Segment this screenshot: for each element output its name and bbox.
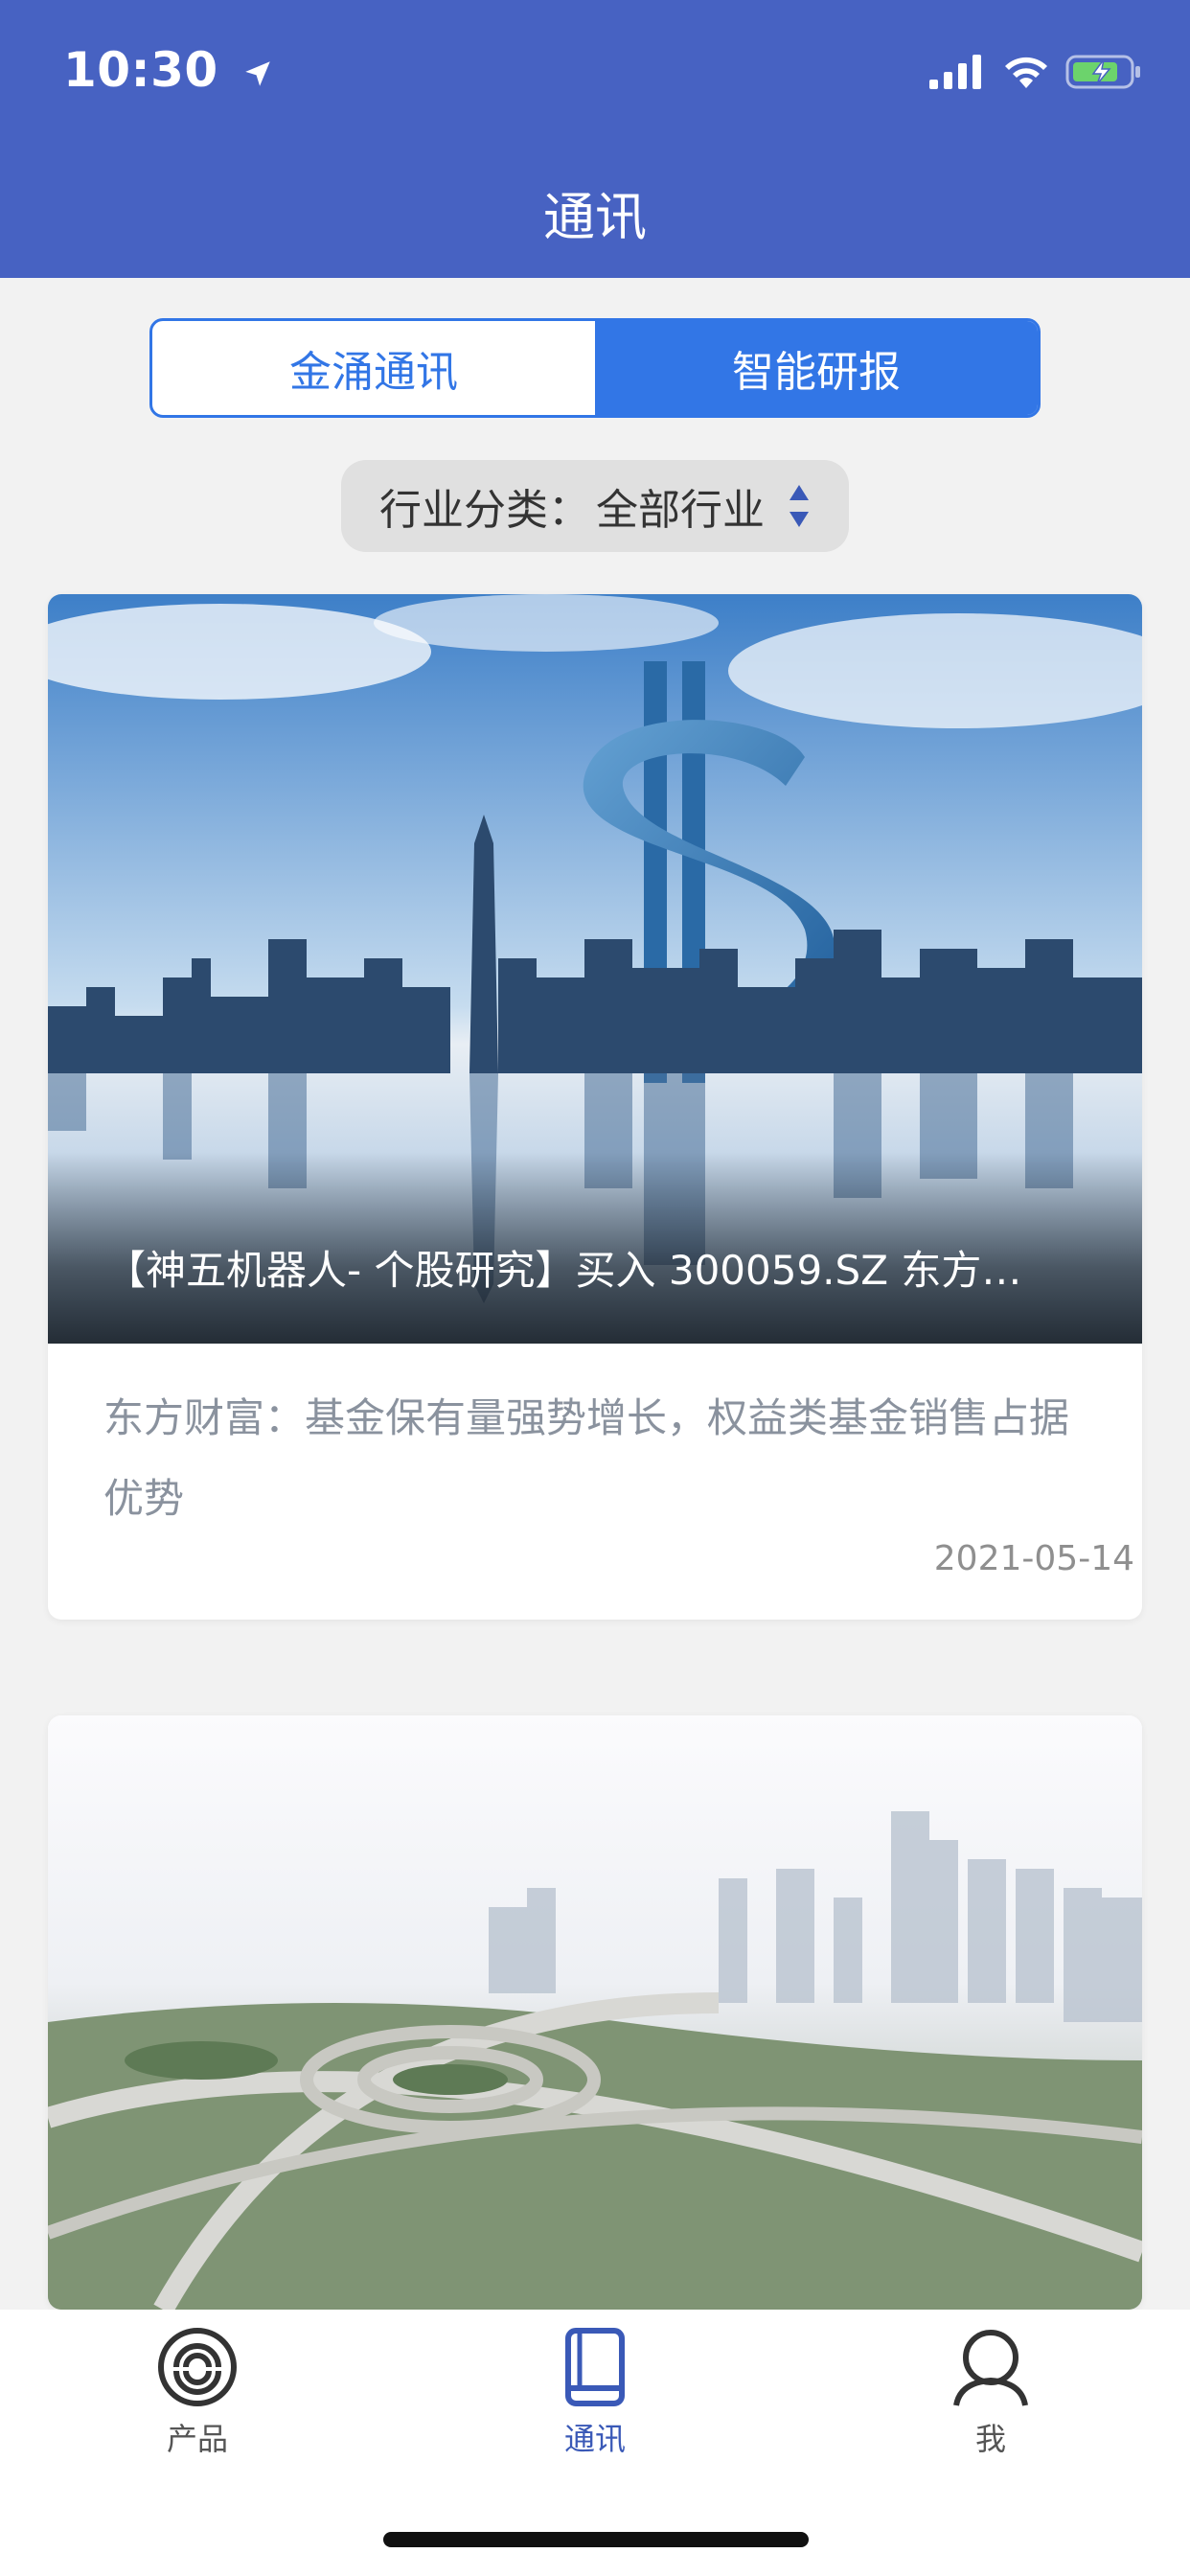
- tab-news-label: 通讯: [563, 2421, 626, 2457]
- product-icon: [157, 2328, 238, 2411]
- wifi-icon: [1002, 54, 1050, 94]
- tab-products[interactable]: 产品: [102, 2327, 293, 2459]
- tab-smart-research[interactable]: 智能研报: [595, 321, 1038, 415]
- sort-arrows-icon: [788, 483, 811, 529]
- location-arrow-icon: [241, 46, 274, 102]
- card-description: 东方财富：基金保有量强势增长，权益类基金销售占据优势: [103, 1394, 1070, 1522]
- signal-icon: [929, 55, 987, 93]
- segmented-control: 金涌通讯 智能研报: [149, 318, 1041, 418]
- status-time: 10:30: [63, 42, 274, 102]
- page-title: 通讯: [543, 187, 647, 247]
- user-icon: [950, 2330, 1031, 2411]
- card-title: 【神五机器人- 个股研究】买入 300059.SZ 东方…: [105, 1247, 1022, 1294]
- status-indicators: [929, 50, 1142, 98]
- card-cover-image: [48, 594, 1142, 1344]
- card-cover-image: [48, 1715, 1142, 2310]
- home-indicator[interactable]: [383, 2532, 809, 2547]
- tab-me-label: 我: [974, 2421, 1006, 2457]
- filter-value: 全部行业: [596, 486, 765, 535]
- app-header: 10:30 通讯: [0, 0, 1190, 278]
- tab-me[interactable]: 我: [895, 2327, 1087, 2459]
- tab-products-label: 产品: [166, 2421, 228, 2457]
- battery-charging-icon: [1065, 53, 1142, 95]
- card-date: 2021-05-14: [933, 1539, 1134, 1578]
- filter-label: 行业分类：: [379, 486, 590, 535]
- tab-news[interactable]: 通讯: [499, 2327, 691, 2459]
- industry-filter-select[interactable]: 行业分类： 全部行业: [341, 460, 849, 552]
- book-icon: [555, 2328, 635, 2411]
- report-card[interactable]: [48, 1715, 1142, 2310]
- status-time-text: 10:30: [63, 42, 218, 98]
- report-card[interactable]: 【神五机器人- 个股研究】买入 300059.SZ 东方… 东方财富：基金保有量…: [48, 594, 1142, 1620]
- tab-jinyong-news[interactable]: 金涌通讯: [152, 321, 595, 415]
